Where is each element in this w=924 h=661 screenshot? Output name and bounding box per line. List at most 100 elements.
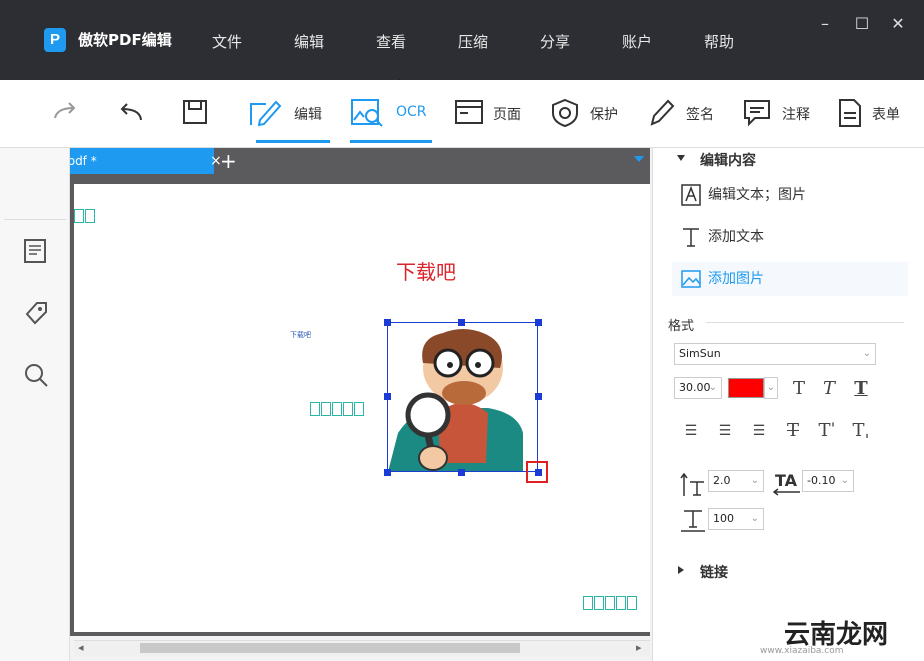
- superscript-icon[interactable]: Tˈ: [812, 416, 842, 446]
- toolbar-sign-label[interactable]: 签名: [686, 104, 714, 124]
- image-icon: [681, 270, 701, 288]
- align-right-icon[interactable]: ☰: [744, 416, 774, 446]
- menu-edit[interactable]: 编辑: [294, 31, 324, 52]
- menu-share[interactable]: 分享: [540, 31, 570, 52]
- tab-list-dropdown-icon[interactable]: [634, 156, 644, 162]
- resize-handle-top[interactable]: [458, 319, 465, 326]
- minimize-button[interactable]: –: [815, 14, 835, 33]
- toolbar-edit-label[interactable]: 编辑: [294, 104, 322, 124]
- left-sidebar: [0, 148, 70, 661]
- chevron-down-icon: ⌄: [766, 382, 775, 393]
- strikethrough-icon[interactable]: T: [778, 416, 808, 446]
- add-image-item[interactable]: 添加图片: [672, 262, 908, 296]
- edit-text-icon: [681, 184, 701, 206]
- menu-file[interactable]: 文件: [212, 31, 242, 52]
- char-spacing-select[interactable]: -0.10 ⌄: [802, 470, 854, 492]
- pen-icon[interactable]: [648, 98, 676, 128]
- small-document-text[interactable]: 下载吧: [290, 330, 311, 340]
- format-divider: [706, 322, 904, 323]
- resize-handle-top-right[interactable]: [535, 319, 542, 326]
- garbled-text-2[interactable]: [310, 401, 365, 417]
- edit-text-image-item[interactable]: 编辑文本；图片: [672, 178, 908, 212]
- text-color-swatch[interactable]: [728, 378, 764, 398]
- edit-icon[interactable]: [248, 98, 282, 128]
- scrollbar-thumb[interactable]: [140, 643, 520, 653]
- edit-active-indicator: [256, 140, 330, 143]
- menu-account[interactable]: 账户: [622, 31, 652, 52]
- char-spacing-value: -0.10: [807, 474, 836, 487]
- edit-content-section-title[interactable]: 编辑内容: [700, 150, 756, 170]
- shield-icon[interactable]: [551, 98, 579, 128]
- add-text-label: 添加文本: [708, 229, 764, 245]
- chevron-down-icon: ⌄: [750, 513, 759, 524]
- edit-text-image-label: 编辑文本；图片: [708, 187, 806, 203]
- site-watermark-url: www.xiazaiba.com: [760, 646, 844, 656]
- page-icon[interactable]: [454, 99, 484, 125]
- close-window-button[interactable]: ✕: [888, 14, 908, 33]
- text-style-bold-icon[interactable]: T: [846, 374, 876, 404]
- document-heading-text[interactable]: 下载吧: [396, 256, 456, 285]
- scroll-right-arrow-icon[interactable]: ▸: [636, 641, 642, 654]
- align-left-icon[interactable]: ☰: [676, 416, 706, 446]
- search-icon[interactable]: [23, 362, 49, 390]
- save-icon[interactable]: [182, 99, 208, 125]
- app-title: 傲软PDF编辑: [78, 31, 172, 49]
- scroll-left-arrow-icon[interactable]: ◂: [78, 641, 84, 654]
- sidebar-divider: [4, 219, 66, 220]
- image-selection-box: [387, 322, 538, 472]
- text-style-normal-icon[interactable]: T: [784, 374, 814, 404]
- resize-handle-bottom[interactable]: [458, 469, 465, 476]
- menu-view[interactable]: 查看: [376, 31, 406, 52]
- font-family-select[interactable]: SimSun ⌄: [674, 343, 876, 365]
- collapse-caret-icon[interactable]: [678, 566, 684, 574]
- resize-handle-bottom-left[interactable]: [384, 469, 391, 476]
- bookmark-tag-icon[interactable]: [23, 300, 49, 328]
- expand-caret-icon[interactable]: [677, 155, 685, 161]
- chevron-down-icon: ⌄: [840, 475, 849, 486]
- menu-help[interactable]: 帮助: [704, 31, 734, 52]
- form-icon[interactable]: [838, 98, 862, 128]
- garbled-text-3[interactable]: [583, 595, 638, 611]
- ocr-icon[interactable]: [350, 98, 384, 128]
- menu-compress[interactable]: 压缩: [458, 31, 488, 52]
- scale-value: 100: [713, 512, 734, 525]
- font-size-value: 30.00: [679, 381, 711, 394]
- subscript-icon[interactable]: Tˌ: [846, 416, 876, 446]
- toolbar-form-label[interactable]: 表单: [872, 104, 900, 124]
- line-spacing-icon: [680, 472, 704, 496]
- resize-handle-top-left[interactable]: [384, 319, 391, 326]
- redo-icon[interactable]: [52, 100, 80, 124]
- scale-icon: [681, 510, 705, 532]
- app-logo: P: [44, 28, 66, 52]
- add-image-label: 添加图片: [708, 271, 764, 287]
- toolbar-protect-label[interactable]: 保护: [590, 104, 618, 124]
- line-spacing-select[interactable]: 2.0 ⌄: [708, 470, 764, 492]
- toolbar-page-label[interactable]: 页面: [493, 104, 521, 124]
- align-center-icon[interactable]: ☰: [710, 416, 740, 446]
- thumbnails-icon[interactable]: [23, 238, 49, 266]
- highlight-marker: [526, 461, 548, 483]
- format-section-label: 格式: [668, 319, 695, 334]
- maximize-button[interactable]: ☐: [852, 14, 872, 33]
- font-family-value: SimSun: [679, 347, 721, 360]
- undo-icon[interactable]: [116, 100, 144, 124]
- comment-icon[interactable]: [743, 98, 771, 128]
- chevron-down-icon: ⌄: [862, 348, 871, 359]
- text-style-italic-icon[interactable]: T: [814, 374, 844, 404]
- font-size-select[interactable]: 30.00 ⌄: [674, 377, 722, 399]
- garbled-text-1[interactable]: [74, 208, 96, 224]
- resize-handle-left[interactable]: [384, 393, 391, 400]
- resize-handle-right[interactable]: [535, 393, 542, 400]
- line-spacing-value: 2.0: [713, 474, 731, 487]
- new-tab-button[interactable]: +: [220, 149, 237, 173]
- svg-text:TA: TA: [775, 471, 798, 490]
- text-t-icon: [683, 228, 699, 247]
- ocr-active-indicator: [350, 140, 432, 143]
- color-dropdown[interactable]: ⌄: [764, 377, 778, 399]
- toolbar-comment-label[interactable]: 注释: [782, 104, 810, 124]
- toolbar-ocr-label[interactable]: OCR: [396, 104, 427, 120]
- link-section-title[interactable]: 链接: [700, 562, 728, 582]
- add-text-item[interactable]: 添加文本: [672, 220, 908, 254]
- chevron-down-icon: ⌄: [708, 382, 717, 393]
- scale-select[interactable]: 100 ⌄: [708, 508, 764, 530]
